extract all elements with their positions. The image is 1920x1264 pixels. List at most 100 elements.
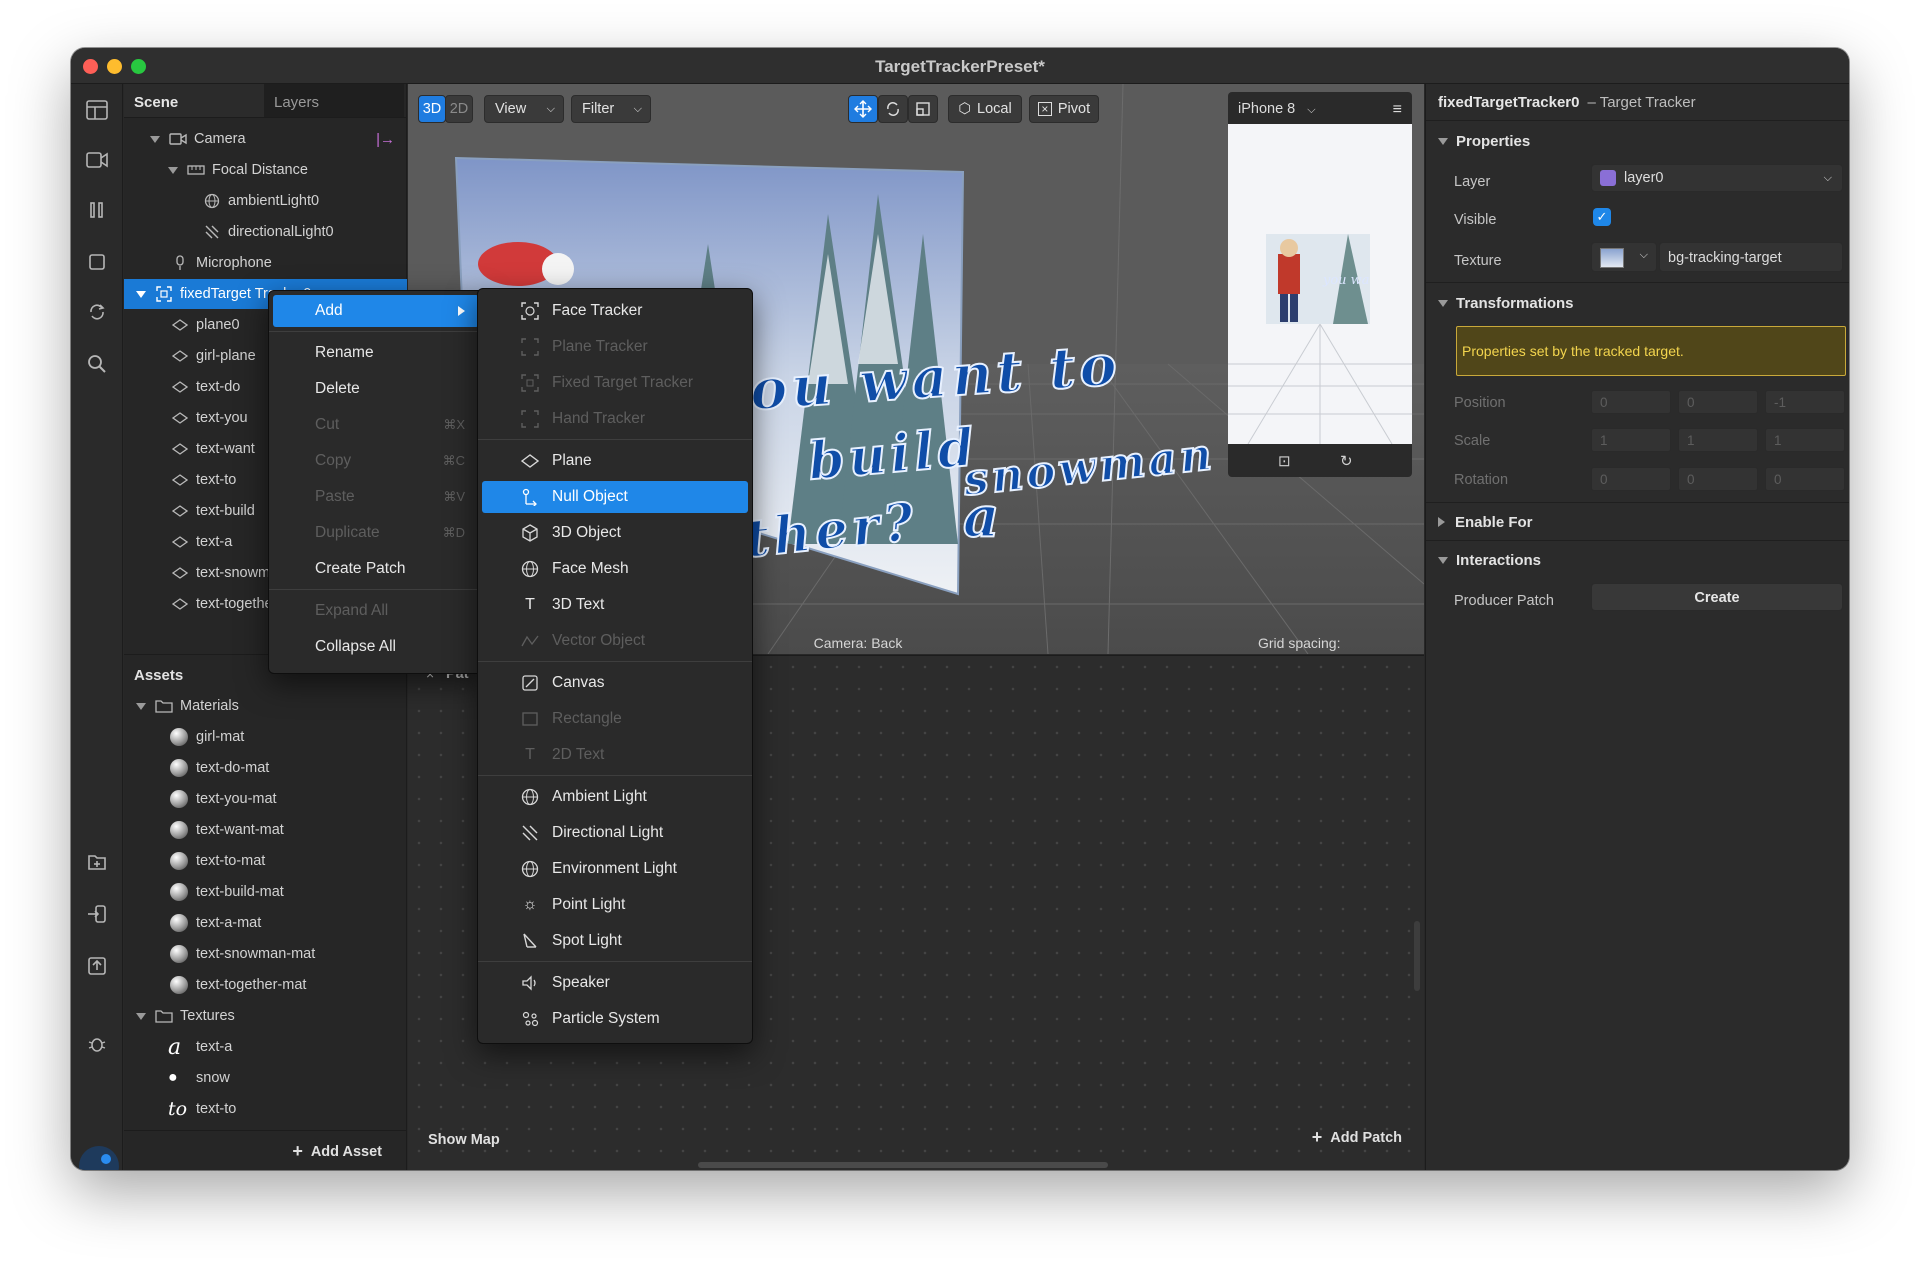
send-to-device-icon[interactable] [71,896,123,932]
rotate-tool-icon[interactable] [878,95,908,123]
mode-2d-button[interactable]: 2D [445,95,473,123]
layout-icon[interactable] [71,92,123,128]
scene-item-camera[interactable]: Camera |→ [124,124,407,154]
refresh-icon[interactable] [71,294,123,330]
search-icon[interactable] [71,346,123,382]
rotation-x-field[interactable]: 0 [1591,467,1671,491]
add-file-icon[interactable] [71,844,123,880]
menu-item-face-mesh[interactable]: Face Mesh [482,553,748,585]
position-y-field[interactable]: 0 [1678,390,1758,414]
folder-materials[interactable]: Materials [124,691,407,721]
menu-item-ambient-light[interactable]: Ambient Light [482,781,748,813]
menu-item-3d-text[interactable]: T 3D Text [482,589,748,621]
interactions-section[interactable]: Interactions [1426,545,1849,575]
video-icon[interactable] [71,142,123,178]
scene-item-focal-distance[interactable]: Focal Distance [124,155,407,185]
rotation-z-field[interactable]: 0 [1765,467,1845,491]
scale-y-field[interactable]: 1 [1678,428,1758,452]
menu-item-cut[interactable]: Cut ⌘X [273,409,479,441]
rotation-y-field[interactable]: 0 [1678,467,1758,491]
horizontal-scrollbar[interactable] [698,1162,1108,1168]
menu-item-fixed-target-tracker[interactable]: Fixed Target Tracker [482,367,748,399]
layer-select[interactable]: layer0 ⌵ [1591,164,1843,192]
add-asset-button[interactable]: + Add Asset [292,1141,382,1162]
add-patch-button[interactable]: + Add Patch [1312,1127,1402,1148]
menu-item-3d-object[interactable]: 3D Object [482,517,748,549]
menu-item-rectangle[interactable]: Rectangle [482,703,748,735]
create-button[interactable]: Create [1591,583,1843,611]
scene-item-label: Microphone [196,255,272,271]
asset-texture[interactable]: a text-a [124,1032,407,1062]
move-tool-icon[interactable] [848,95,878,123]
menu-item-copy[interactable]: Copy ⌘C [273,445,479,477]
simulator-screen[interactable]: you wa [1228,124,1412,444]
menu-item-environment-light[interactable]: Environment Light [482,853,748,885]
show-map-button[interactable]: Show Map [428,1132,500,1148]
menu-item-add[interactable]: Add [273,295,479,327]
scale-z-field[interactable]: 1 [1765,428,1845,452]
pivot-button[interactable]: × Pivot [1029,95,1099,123]
stop-icon[interactable] [71,244,123,280]
menu-item-directional-light[interactable]: Directional Light [482,817,748,849]
scene-item-ambient-light[interactable]: ambientLight0 [124,186,407,216]
menu-item-null-object[interactable]: Null Object [482,481,748,513]
asset-material[interactable]: text-a-mat [124,908,407,938]
asset-texture[interactable]: ● snow [124,1063,407,1093]
menu-item-2d-text[interactable]: T 2D Text [482,739,748,771]
upload-icon[interactable] [71,948,123,984]
menu-item-paste[interactable]: Paste ⌘V [273,481,479,513]
tab-scene[interactable]: Scene [124,84,264,117]
asset-material[interactable]: text-want-mat [124,815,407,845]
folder-textures[interactable]: Textures [124,1001,407,1031]
enable-for-section[interactable]: Enable For [1426,507,1849,537]
vertical-scrollbar[interactable] [1414,921,1420,991]
properties-section[interactable]: Properties [1426,126,1849,156]
asset-material[interactable]: text-do-mat [124,753,407,783]
transformations-section[interactable]: Transformations [1426,288,1849,318]
asset-texture[interactable]: to text-to [124,1094,407,1124]
menu-item-face-tracker[interactable]: Face Tracker [482,295,748,327]
filter-dropdown[interactable]: Filter ⌵ [571,95,651,123]
device-select[interactable]: iPhone 8 ⌵ [1238,101,1316,117]
menu-item-vector-object[interactable]: Vector Object [482,625,748,657]
scene-item-directional-light[interactable]: directionalLight0 [124,217,407,247]
texture-value[interactable]: bg-tracking-target [1659,242,1843,272]
menu-item-expand-all[interactable]: Expand All [273,595,479,627]
menu-item-speaker[interactable]: Speaker [482,967,748,999]
menu-item-rename[interactable]: Rename [273,337,479,369]
menu-item-delete[interactable]: Delete [273,373,479,405]
menu-item-point-light[interactable]: ☼ Point Light [482,889,748,921]
menu-item-particle-system[interactable]: Particle System [482,1003,748,1035]
asset-material[interactable]: text-snowman-mat [124,939,407,969]
pause-icon[interactable] [71,192,123,228]
position-x-field[interactable]: 0 [1591,390,1671,414]
mode-3d-button[interactable]: 3D [418,95,446,123]
asset-material[interactable]: text-together-mat [124,970,407,1000]
screenshot-icon[interactable]: ⊡ [1278,452,1291,470]
local-button[interactable]: ⬡ Local [948,95,1022,123]
patch-status-icon[interactable] [79,1146,119,1170]
asset-material[interactable]: text-to-mat [124,846,407,876]
tab-layers[interactable]: Layers [264,84,404,117]
position-z-field[interactable]: -1 [1765,390,1845,414]
view-dropdown[interactable]: View ⌵ [484,95,564,123]
visible-checkbox[interactable]: ✓ [1593,208,1611,226]
menu-item-canvas[interactable]: Canvas [482,667,748,699]
menu-item-create-patch[interactable]: Create Patch [273,553,479,585]
bug-icon[interactable] [71,1026,123,1062]
menu-item-duplicate[interactable]: Duplicate ⌘D [273,517,479,549]
rotate-device-icon[interactable]: ↻ [1340,452,1353,470]
menu-item-spot-light[interactable]: Spot Light [482,925,748,957]
scale-tool-icon[interactable] [908,95,938,123]
asset-material[interactable]: girl-mat [124,722,407,752]
scene-item-microphone[interactable]: Microphone [124,248,407,278]
asset-material[interactable]: text-you-mat [124,784,407,814]
texture-picker[interactable]: ⌵ [1591,242,1657,272]
menu-item-plane-tracker[interactable]: Plane Tracker [482,331,748,363]
asset-material[interactable]: text-build-mat [124,877,407,907]
scale-x-field[interactable]: 1 [1591,428,1671,452]
menu-item-collapse-all[interactable]: Collapse All [273,631,479,663]
menu-item-hand-tracker[interactable]: Hand Tracker [482,403,748,435]
menu-icon[interactable]: ≡ [1393,101,1402,119]
menu-item-plane[interactable]: Plane [482,445,748,477]
